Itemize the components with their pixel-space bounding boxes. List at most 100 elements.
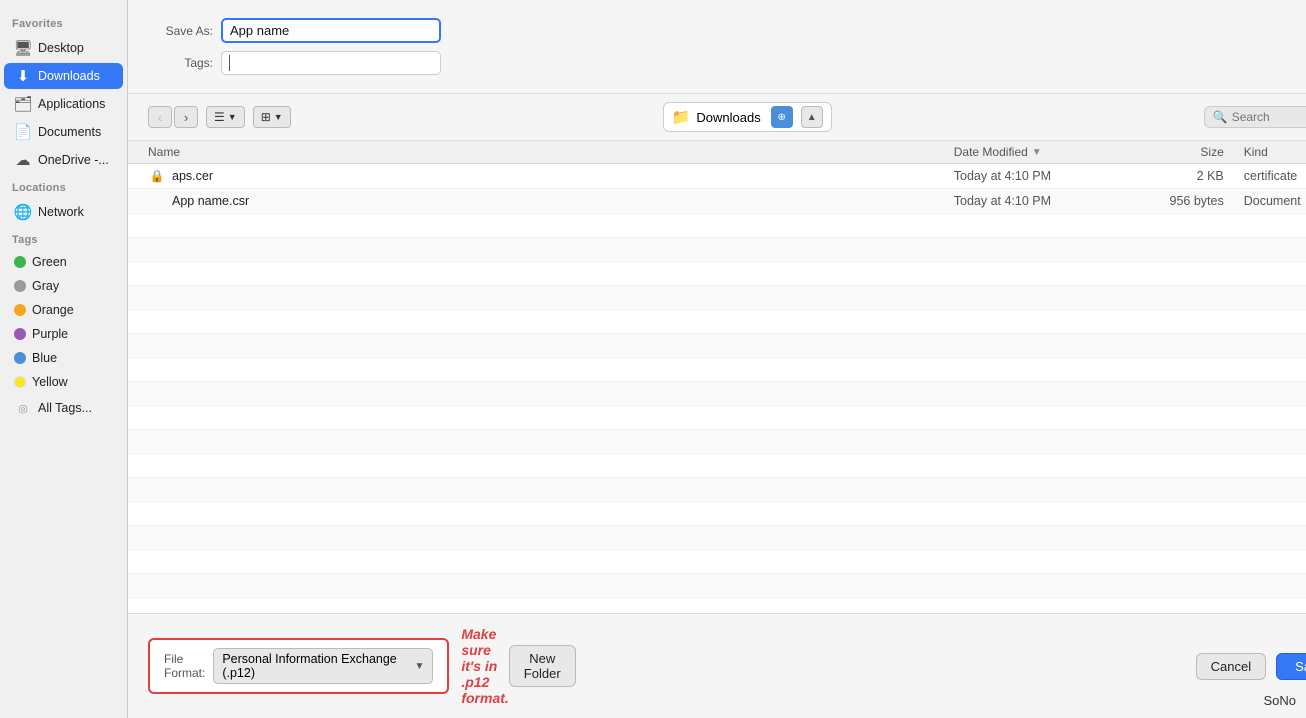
search-input[interactable] xyxy=(1232,110,1306,124)
sidebar-item-label: Documents xyxy=(38,125,101,139)
bottom-buttons: New Folder Cancel Save xyxy=(509,645,1306,687)
file-list-container: Name Date Modified ▼ Size Kind 🔒 aps.cer… xyxy=(128,141,1306,613)
format-and-annotation: File Format: Personal Information Exchan… xyxy=(148,626,509,706)
search-icon: 🔍 xyxy=(1213,110,1228,124)
applications-icon: 🗂 xyxy=(14,95,32,113)
file-format-label: File Format: xyxy=(164,652,205,680)
list-view-button[interactable]: ☰ ▼ xyxy=(206,106,245,128)
location-collapse-button[interactable]: ▲ xyxy=(801,106,823,128)
sort-arrow-icon: ▼ xyxy=(1032,147,1042,158)
sidebar-item-applications[interactable]: 🗂 Applications xyxy=(4,91,123,117)
empty-row xyxy=(128,358,1306,382)
sidebar-item-all-tags[interactable]: ◎ All Tags... xyxy=(4,395,123,421)
column-size: Size xyxy=(1134,145,1224,159)
sidebar: Favorites 🖥 Desktop ⬇ Downloads 🗂 Applic… xyxy=(0,0,128,718)
empty-row xyxy=(128,406,1306,430)
sidebar-item-tag-yellow[interactable]: Yellow xyxy=(4,371,123,393)
empty-row xyxy=(128,550,1306,574)
location-dropdown-button[interactable]: ⊕ xyxy=(771,106,793,128)
tags-row: Tags: xyxy=(148,51,1306,75)
file-icon: 🔒 xyxy=(148,167,166,185)
downloads-icon: ⬇ xyxy=(14,67,32,85)
sidebar-item-tag-purple[interactable]: Purple xyxy=(4,323,123,345)
column-date-modified[interactable]: Date Modified ▼ xyxy=(954,145,1134,159)
grid-view-icon: ⊞ xyxy=(261,110,271,124)
locations-section-label: Locations xyxy=(0,174,127,198)
file-date: Today at 4:10 PM xyxy=(954,194,1134,208)
sidebar-item-documents[interactable]: 📄 Documents xyxy=(4,119,123,145)
tag-label: Yellow xyxy=(32,375,68,389)
empty-row xyxy=(128,214,1306,238)
tag-label: All Tags... xyxy=(38,401,92,415)
file-name: App name.csr xyxy=(172,194,954,208)
bottom-left: File Format: Personal Information Exchan… xyxy=(148,626,509,706)
dialog-footer: File Format: Personal Information Exchan… xyxy=(128,613,1306,718)
empty-row xyxy=(128,286,1306,310)
empty-row xyxy=(128,238,1306,262)
empty-row xyxy=(128,262,1306,286)
tag-label: Orange xyxy=(32,303,74,317)
nav-buttons: ‹ › xyxy=(148,106,198,128)
table-row[interactable]: 🔒 aps.cer Today at 4:10 PM 2 KB certific… xyxy=(128,164,1306,189)
forward-button[interactable]: › xyxy=(174,106,198,128)
column-kind: Kind xyxy=(1224,145,1306,159)
save-dialog: Save As: Tags: ‹ › ☰ ▼ ⊞ ▼ 📁 Downloads xyxy=(128,0,1306,718)
list-view-arrow: ▼ xyxy=(228,112,237,122)
file-kind: certificate xyxy=(1224,169,1306,183)
save-as-input[interactable] xyxy=(221,18,441,43)
file-format-box: File Format: Personal Information Exchan… xyxy=(148,638,449,694)
empty-row xyxy=(128,526,1306,550)
toolbar: ‹ › ☰ ▼ ⊞ ▼ 📁 Downloads ⊕ ▲ 🔍 xyxy=(128,94,1306,141)
empty-row xyxy=(128,334,1306,358)
sidebar-item-desktop[interactable]: 🖥 Desktop xyxy=(4,35,123,61)
sidebar-item-tag-gray[interactable]: Gray xyxy=(4,275,123,297)
location-name: Downloads xyxy=(696,110,760,125)
empty-row xyxy=(128,430,1306,454)
file-format-dropdown[interactable]: Personal Information Exchange (.p12) ▼ xyxy=(213,648,433,684)
dialog-header: Save As: Tags: xyxy=(128,0,1306,94)
sidebar-item-downloads[interactable]: ⬇ Downloads xyxy=(4,63,123,89)
tag-label: Blue xyxy=(32,351,57,365)
sidebar-item-tag-blue[interactable]: Blue xyxy=(4,347,123,369)
empty-row xyxy=(128,478,1306,502)
file-format-value: Personal Information Exchange (.p12) xyxy=(222,652,410,680)
save-as-label: Save As: xyxy=(148,24,213,38)
tag-dot-yellow xyxy=(14,376,26,388)
sidebar-item-label: Network xyxy=(38,205,84,219)
column-name: Name xyxy=(148,145,954,159)
desktop-icon: 🖥 xyxy=(14,39,32,57)
sidebar-item-network[interactable]: 🌐 Network xyxy=(4,199,123,225)
file-date: Today at 4:10 PM xyxy=(954,169,1134,183)
documents-icon: 📄 xyxy=(14,123,32,141)
sidebar-item-onedrive[interactable]: ☁ OneDrive -... xyxy=(4,147,123,173)
sidebar-item-label: OneDrive -... xyxy=(38,153,109,167)
sidebar-item-tag-green[interactable]: Green xyxy=(4,251,123,273)
tag-label: Green xyxy=(32,255,67,269)
file-icon xyxy=(148,192,166,210)
tags-input[interactable] xyxy=(221,51,441,75)
grid-view-button[interactable]: ⊞ ▼ xyxy=(253,106,291,128)
sono-watermark: SoNo xyxy=(1263,693,1296,708)
empty-row xyxy=(128,382,1306,406)
column-date-label: Date Modified xyxy=(954,145,1028,159)
file-list-header: Name Date Modified ▼ Size Kind xyxy=(128,141,1306,164)
cancel-button[interactable]: Cancel xyxy=(1196,653,1266,680)
empty-row xyxy=(128,310,1306,334)
location-pill[interactable]: 📁 Downloads ⊕ ▲ xyxy=(663,102,832,132)
back-button[interactable]: ‹ xyxy=(148,106,172,128)
save-button[interactable]: Save xyxy=(1276,653,1306,680)
new-folder-button[interactable]: New Folder xyxy=(509,645,576,687)
file-size: 2 KB xyxy=(1134,169,1224,183)
save-as-row: Save As: xyxy=(148,18,1306,43)
onedrive-icon: ☁ xyxy=(14,151,32,169)
sidebar-item-label: Applications xyxy=(38,97,105,111)
file-size: 956 bytes xyxy=(1134,194,1224,208)
network-icon: 🌐 xyxy=(14,203,32,221)
empty-row xyxy=(128,598,1306,613)
table-row[interactable]: App name.csr Today at 4:10 PM 956 bytes … xyxy=(128,189,1306,214)
tag-dot-purple xyxy=(14,328,26,340)
search-bar[interactable]: 🔍 xyxy=(1204,106,1306,128)
tag-label: Gray xyxy=(32,279,59,293)
sidebar-item-tag-orange[interactable]: Orange xyxy=(4,299,123,321)
tag-dot-orange xyxy=(14,304,26,316)
